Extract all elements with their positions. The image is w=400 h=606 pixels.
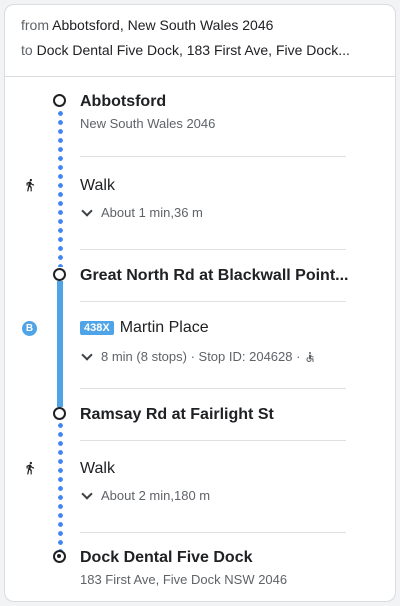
walk-path-line xyxy=(58,421,63,555)
route-headsign: Martin Place xyxy=(119,319,209,336)
wheelchair-icon xyxy=(306,351,314,362)
stop-marker xyxy=(53,407,66,420)
from-prefix: from xyxy=(21,17,49,33)
origin-marker xyxy=(53,94,66,107)
from-line[interactable]: from Abbotsford, New South Wales 2046 xyxy=(21,17,385,33)
walk-label: Walk xyxy=(80,460,115,477)
to-value: Dock Dental Five Dock, 183 First Ave, Fi… xyxy=(36,42,350,58)
chevron-down-icon xyxy=(81,348,93,361)
stop-title[interactable]: Great North Rd at Blackwall Point... xyxy=(80,267,350,285)
walk-detail-text: About 2 min,180 m xyxy=(101,488,211,503)
destination-title[interactable]: Dock Dental Five Dock xyxy=(80,549,350,567)
chevron-down-icon xyxy=(81,487,93,500)
divider xyxy=(80,156,346,157)
from-value: Abbotsford, New South Wales 2046 xyxy=(52,17,274,33)
destination-subtitle: 183 First Ave, Five Dock NSW 2046 xyxy=(80,572,288,587)
walk-icon xyxy=(26,461,35,475)
route-badge: 438X xyxy=(80,321,114,335)
bus-icon: B xyxy=(22,321,37,336)
divider xyxy=(80,532,346,533)
to-line[interactable]: to Dock Dental Five Dock, 183 First Ave,… xyxy=(21,42,385,58)
divider xyxy=(80,388,346,389)
walk-detail-text: About 1 min,36 m xyxy=(101,205,203,220)
bus-details-toggle[interactable]: 8 min (8 stops) · Stop ID: 204628 · xyxy=(80,348,316,364)
divider xyxy=(80,440,346,441)
chevron-down-icon xyxy=(81,204,93,217)
directions-card: from Abbotsford, New South Wales 2046 to… xyxy=(4,4,396,602)
bus-path-line xyxy=(57,281,63,407)
bus-detail-text: 8 min (8 stops) · Stop ID: 204628 · xyxy=(101,349,301,364)
stop-title[interactable]: Ramsay Rd at Fairlight St xyxy=(80,406,350,424)
walk-path-line xyxy=(58,109,63,267)
walk-label: Walk xyxy=(80,177,115,194)
origin-subtitle: New South Wales 2046 xyxy=(80,116,216,131)
walk-details-toggle[interactable]: About 1 min,36 m xyxy=(80,204,203,220)
to-prefix: to xyxy=(21,42,33,58)
walk-icon xyxy=(26,178,35,192)
bus-route-row: 438X Martin Place xyxy=(80,319,209,337)
destination-marker xyxy=(53,550,66,563)
divider xyxy=(80,301,346,302)
divider xyxy=(80,249,346,250)
route-header: from Abbotsford, New South Wales 2046 to… xyxy=(5,5,395,77)
origin-title[interactable]: Abbotsford xyxy=(80,93,350,111)
stop-marker xyxy=(53,268,66,281)
walk-details-toggle[interactable]: About 2 min,180 m xyxy=(80,487,211,503)
